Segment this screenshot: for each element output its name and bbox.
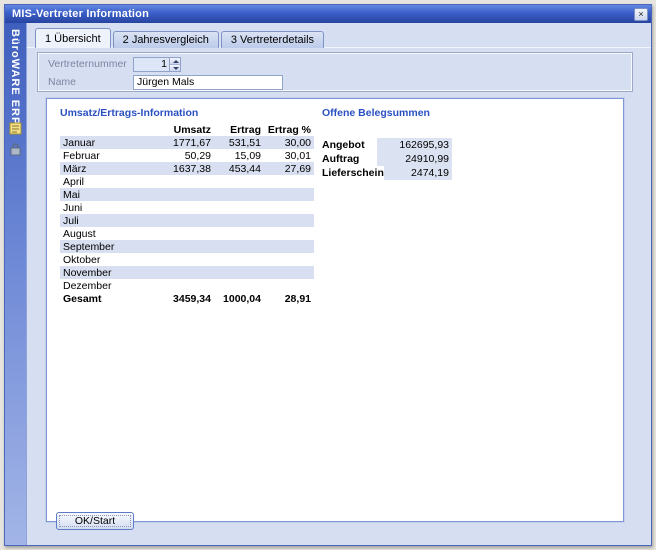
list-item: Angebot 162695,93 — [322, 138, 452, 152]
umsatz-table: Umsatz Ertrag Ertrag % Januar 1771,67 53… — [60, 123, 314, 305]
umsatz-header-row: Umsatz Ertrag Ertrag % — [60, 123, 314, 136]
vertreternummer-field — [133, 57, 181, 72]
beleg-value-angebot: 162695,93 — [377, 138, 452, 152]
name-label: Name — [48, 76, 133, 88]
vertreternummer-label: Vertreternummer — [48, 58, 133, 70]
beleg-value-auftrag: 24910,99 — [377, 152, 452, 166]
list-item: Auftrag 24910,99 — [322, 152, 452, 166]
table-row: August — [60, 227, 314, 240]
close-icon[interactable]: × — [634, 8, 648, 21]
table-row: Mai — [60, 188, 314, 201]
brand-sidebar: BüroWARE ERP — [5, 23, 27, 545]
total-row: Gesamt 3459,34 1000,04 28,91 — [60, 292, 314, 305]
col-ertrag-pct: Ertrag % — [264, 123, 314, 136]
col-month — [60, 123, 132, 136]
beleg-label-lieferschein: Lieferschein — [322, 167, 384, 179]
table-row: November — [60, 266, 314, 279]
table-row: Februar 50,29 15,09 30,01 — [60, 149, 314, 162]
beleg-label-angebot: Angebot — [322, 139, 377, 151]
vertreternummer-row: Vertreternummer — [48, 56, 181, 72]
vertreternummer-spinner — [169, 58, 180, 71]
tab-bar: 1 Übersicht 2 Jahresvergleich 3 Vertrete… — [35, 28, 324, 48]
table-row: Dezember — [60, 279, 314, 292]
beleg-label-auftrag: Auftrag — [322, 153, 377, 165]
mis-vertreter-window: MIS-Vertreter Information × BüroWARE ERP — [4, 4, 652, 546]
name-row: Name — [48, 74, 283, 90]
tab-jahresvergleich[interactable]: 2 Jahresvergleich — [113, 31, 219, 48]
table-row: Juni — [60, 201, 314, 214]
beleg-list: Angebot 162695,93 Auftrag 24910,99 Liefe… — [322, 138, 452, 180]
window-title: MIS-Vertreter Information — [12, 8, 634, 20]
beleg-value-lieferschein: 2474,19 — [384, 166, 452, 180]
umsatz-section-title: Umsatz/Ertrags-Information — [60, 107, 198, 119]
window-content: 1 Übersicht 2 Jahresvergleich 3 Vertrete… — [27, 23, 651, 545]
spinner-down-icon[interactable] — [170, 65, 180, 71]
overview-panel: Umsatz/Ertrags-Information Offene Belegs… — [46, 98, 624, 522]
vertreternummer-input[interactable] — [134, 58, 169, 71]
brand-vertical-text: BüroWARE ERP — [9, 23, 21, 125]
table-row: April — [60, 175, 314, 188]
spinner-up-icon[interactable] — [170, 58, 180, 65]
table-row: Juli — [60, 214, 314, 227]
vertreter-form: Vertreternummer Name — [37, 52, 633, 92]
table-row: März 1637,38 453,44 27,69 — [60, 162, 314, 175]
titlebar[interactable]: MIS-Vertreter Information × — [5, 5, 651, 23]
beleg-section-title: Offene Belegsummen — [322, 107, 430, 119]
tab-vertreterdetails[interactable]: 3 Vertreterdetails — [221, 31, 324, 48]
sidebar-icons — [8, 121, 23, 157]
table-row: Januar 1771,67 531,51 30,00 — [60, 136, 314, 149]
table-row: September — [60, 240, 314, 253]
name-input[interactable] — [133, 75, 283, 90]
table-row: Oktober — [60, 253, 314, 266]
ok-start-button[interactable]: OK/Start — [56, 512, 134, 530]
tab-uebersicht[interactable]: 1 Übersicht — [35, 28, 111, 48]
col-umsatz: Umsatz — [132, 123, 214, 136]
col-ertrag: Ertrag — [214, 123, 264, 136]
lock-icon[interactable] — [8, 142, 23, 157]
note-icon[interactable] — [8, 121, 23, 136]
list-item: Lieferschein 2474,19 — [322, 166, 452, 180]
